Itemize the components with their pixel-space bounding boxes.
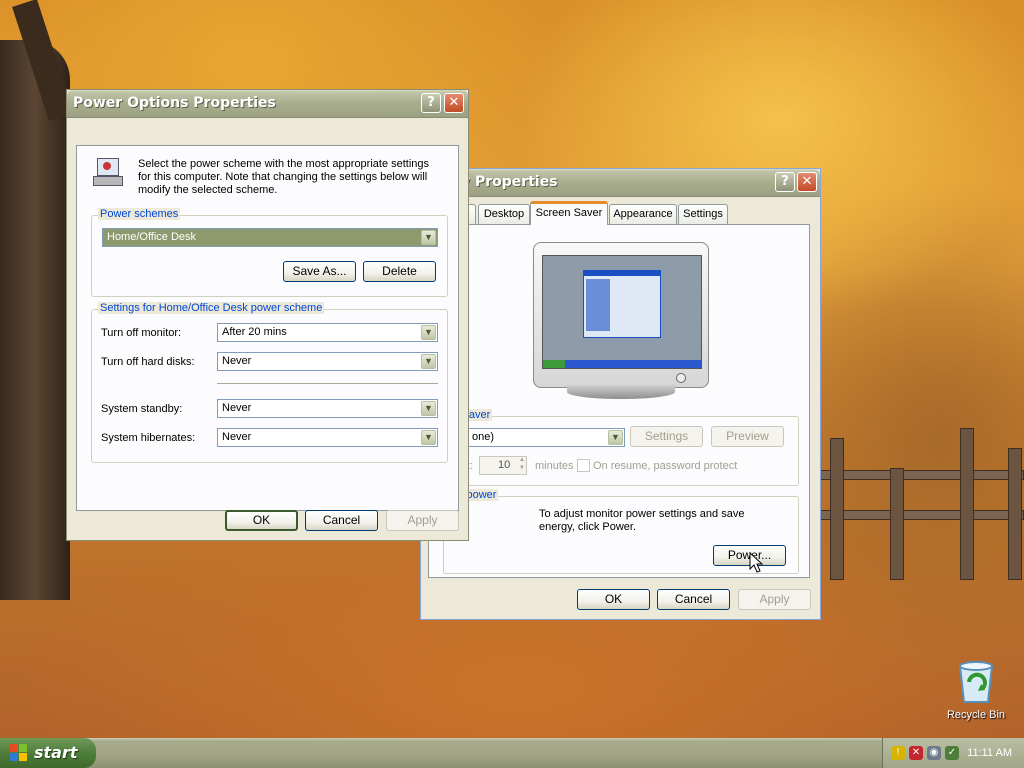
- monitor-screen: [542, 255, 702, 369]
- antivirus-icon[interactable]: ✕: [909, 746, 923, 760]
- system-hibernates-value: Never: [222, 431, 252, 443]
- power-cancel-button[interactable]: Cancel: [305, 510, 378, 531]
- wait-minutes-spinner[interactable]: 10 ▲ ▼: [479, 456, 527, 475]
- turn-off-monitor-dropdown[interactable]: After 20 mins ▼: [217, 323, 438, 342]
- divider: [217, 383, 438, 384]
- power-options-titlebar[interactable]: Power Options Properties ? ✕: [67, 90, 468, 118]
- recycle-bin-icon: [958, 661, 994, 703]
- system-standby-label: System standby:: [101, 403, 183, 415]
- system-hibernates-dropdown[interactable]: Never ▼: [217, 428, 438, 447]
- preview-button[interactable]: Preview: [711, 426, 784, 447]
- system-standby-dropdown[interactable]: Never ▼: [217, 399, 438, 418]
- monitor-power-text: To adjust monitor power settings and sav…: [539, 508, 745, 533]
- display-apply-button[interactable]: Apply: [738, 589, 811, 610]
- power-options-window: Power Options Properties ? ✕ Select the …: [66, 89, 469, 541]
- help-button[interactable]: ?: [421, 93, 441, 113]
- screen-saver-panel: een saver one) ▼ Settings Preview t: 10 …: [428, 224, 810, 578]
- power-scheme-dropdown[interactable]: Home/Office Desk ▼: [102, 228, 438, 247]
- taskbar: start ! ✕ ◉ ✓ 11:11 AM: [0, 738, 1024, 768]
- help-button[interactable]: ?: [775, 172, 795, 192]
- recycle-bin-label: Recycle Bin: [946, 709, 1006, 721]
- power-options-panel: Select the power scheme with the most ap…: [76, 145, 459, 511]
- power-schemes-legend: Power schemes: [98, 208, 181, 220]
- close-button[interactable]: ✕: [797, 172, 817, 192]
- tab-desktop[interactable]: Desktop: [478, 204, 530, 224]
- chevron-down-icon[interactable]: ▼: [421, 401, 436, 416]
- power-ok-button[interactable]: OK: [225, 510, 298, 531]
- display-properties-titlebar[interactable]: y Properties ? ✕: [421, 169, 820, 197]
- network-icon[interactable]: ◉: [927, 746, 941, 760]
- chevron-down-icon[interactable]: ▼: [421, 430, 436, 445]
- screen-saver-settings-button[interactable]: Settings: [630, 426, 703, 447]
- monitor-power-led: [676, 373, 686, 383]
- display-cancel-button[interactable]: Cancel: [657, 589, 730, 610]
- save-as-button[interactable]: Save As...: [283, 261, 356, 282]
- wooden-fence: [820, 428, 1024, 580]
- wait-minutes-value: 10: [498, 459, 511, 471]
- screen-saver-dropdown[interactable]: one) ▼: [467, 428, 625, 447]
- password-protect-label: On resume, password protect: [593, 460, 738, 472]
- power-scheme-value: Home/Office Desk: [107, 231, 197, 243]
- display-ok-button[interactable]: OK: [577, 589, 650, 610]
- tab-settings[interactable]: Settings: [678, 204, 728, 224]
- minutes-label: minutes: [535, 460, 574, 472]
- power-scheme-icon: [91, 156, 123, 186]
- chevron-down-icon[interactable]: ▼: [608, 430, 623, 445]
- power-apply-button[interactable]: Apply: [386, 510, 459, 531]
- turn-off-monitor-label: Turn off monitor:: [101, 327, 182, 339]
- tab-appearance[interactable]: Appearance: [609, 204, 677, 224]
- password-protect-checkbox[interactable]: [577, 459, 590, 472]
- spin-up-icon[interactable]: ▲: [519, 457, 525, 463]
- system-tray: ! ✕ ◉ ✓ 11:11 AM: [882, 738, 1024, 768]
- intro-text: Select the power scheme with the most ap…: [138, 158, 430, 196]
- system-standby-value: Never: [222, 402, 252, 414]
- windows-logo-icon: [10, 744, 27, 761]
- start-label: start: [34, 743, 78, 762]
- window-title: Power Options Properties: [73, 95, 276, 111]
- start-button[interactable]: start: [0, 738, 96, 768]
- chevron-down-icon[interactable]: ▼: [421, 230, 436, 245]
- window-title: y Properties: [461, 174, 558, 190]
- security-shield-icon[interactable]: !: [891, 746, 905, 760]
- turn-off-monitor-value: After 20 mins: [222, 326, 287, 338]
- clock[interactable]: 11:11 AM: [967, 747, 1012, 759]
- monitor-stand: [567, 385, 675, 399]
- turn-off-hard-disks-value: Never: [222, 355, 252, 367]
- spin-down-icon[interactable]: ▼: [519, 465, 525, 471]
- chevron-down-icon[interactable]: ▼: [421, 325, 436, 340]
- tab-screen-saver[interactable]: Screen Saver: [530, 201, 608, 225]
- tree-trunk: [0, 40, 70, 600]
- turn-off-hard-disks-dropdown[interactable]: Never ▼: [217, 352, 438, 371]
- close-button[interactable]: ✕: [444, 93, 464, 113]
- monitor-preview: [533, 242, 709, 388]
- delete-button[interactable]: Delete: [363, 261, 436, 282]
- scheme-settings-legend: Settings for Home/Office Desk power sche…: [98, 302, 325, 314]
- safely-remove-hardware-icon[interactable]: ✓: [945, 746, 959, 760]
- system-hibernates-label: System hibernates:: [101, 432, 196, 444]
- screen-saver-value: one): [472, 431, 495, 443]
- chevron-down-icon[interactable]: ▼: [421, 354, 436, 369]
- recycle-bin[interactable]: Recycle Bin: [944, 658, 1008, 721]
- mouse-pointer-icon: [749, 552, 764, 573]
- turn-off-hard-disks-label: Turn off hard disks:: [101, 356, 195, 368]
